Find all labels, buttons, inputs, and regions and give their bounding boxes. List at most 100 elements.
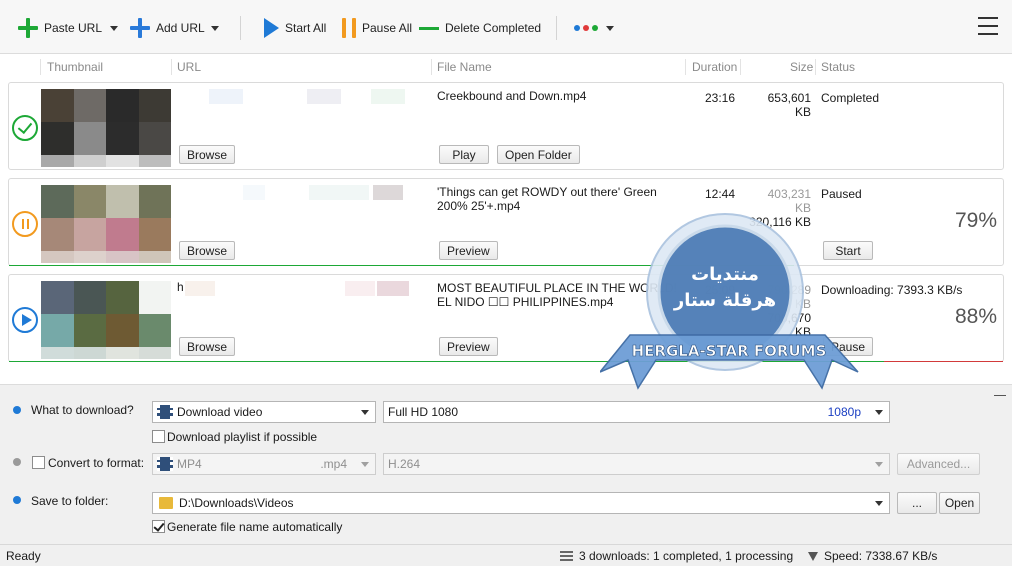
film-icon [157,405,173,419]
quality-select[interactable]: Full HD 1080 1080p [383,401,890,423]
chevron-down-icon [875,462,883,467]
download-row[interactable]: Browse 'Things can get ROWDY out there' … [8,178,1004,266]
paste-url-label: Paste URL [44,21,103,35]
file-size-current: 653,601 KB [767,91,811,119]
convert-checkbox[interactable] [32,456,45,469]
save-to-label: Save to folder: [31,494,109,508]
folder-path-select[interactable]: D:\Downloads\Videos [152,492,890,514]
browse-button[interactable]: Browse [179,241,236,260]
file-size-total: 790,289 KB [767,283,811,311]
color-dots-icon [574,25,598,31]
file-size: 653,601 KB [749,91,811,119]
toolbar-divider [240,16,241,40]
url-text-blurred [377,281,409,296]
download-playlist-label: Download playlist if possible [167,430,318,444]
pause-all-label: Pause All [362,21,413,35]
column-divider [685,59,686,75]
file-size-total: 403,231 KB [767,187,811,215]
chevron-down-icon [110,25,118,31]
speed-indicator: Speed: 7338.67 KB/s [808,549,937,563]
download-type-select[interactable]: Download video [152,401,376,423]
chevron-down-icon [875,501,883,506]
column-file-name[interactable]: File Name [437,60,492,74]
column-url[interactable]: URL [177,60,201,74]
advanced-button[interactable]: Advanced... [897,453,980,475]
file-size-current: 320,116 KB [749,215,811,229]
file-size: 790,289 KB 700,670 KB [749,283,811,339]
file-name: MOST BEAUTIFUL PLACE IN THE WORLD! EL NI… [437,281,677,309]
ready-text: Ready [6,549,41,563]
convert-format-value: MP4 [177,457,202,471]
delete-completed-button[interactable]: Delete Completed [419,15,541,41]
column-divider [815,59,816,75]
file-size: 403,231 KB 320,116 KB [749,187,811,229]
url-text-blurred [373,185,403,200]
status-text: Completed [821,91,880,105]
video-thumbnail [41,185,171,263]
status-dot [13,496,21,504]
play-circle-icon [12,307,38,333]
add-url-label: Add URL [156,21,205,35]
convert-codec-select[interactable]: H.264 [383,453,890,475]
column-duration[interactable]: Duration [692,60,737,74]
download-playlist-checkbox[interactable] [152,430,165,443]
add-url-button[interactable]: Add URL [130,15,205,41]
toolbar-divider [556,16,557,40]
progress-bar [9,361,884,362]
pause-circle-icon [12,211,38,237]
column-thumbnail[interactable]: Thumbnail [47,60,103,74]
options-panel: What to download? Download video Full HD… [0,384,1012,544]
downloads-summary: 3 downloads: 1 completed, 1 processing [560,549,793,563]
url-text-blurred [185,281,215,296]
generate-name-checkbox[interactable] [152,520,165,533]
convert-ext: .mp4 [320,457,347,471]
collapse-icon[interactable] [994,395,1006,396]
preview-button[interactable]: Preview [439,337,498,356]
start-button[interactable]: Start [823,241,873,260]
duration: 12:44 [704,187,735,201]
toolbar: Paste URL Add URL Start All Pause All De… [0,0,1012,54]
chevron-down-icon [211,25,219,31]
progress-percent: 79% [954,209,997,232]
file-size-current: 700,670 KB [767,311,811,339]
status-text: Paused [821,187,862,201]
browse-folder-button[interactable]: ... [897,492,937,514]
column-status[interactable]: Status [821,60,855,74]
open-folder-button[interactable]: Open [939,492,980,514]
download-type-value: Download video [177,405,263,419]
paste-url-dropdown[interactable] [104,15,118,41]
list-icon [560,551,573,561]
pause-button[interactable]: Pause [823,337,873,356]
progress-percent: 88% [954,305,997,328]
start-all-button[interactable]: Start All [264,15,326,41]
column-divider [740,59,741,75]
downloads-list: Thumbnail URL File Name Duration Size St… [0,54,1012,384]
preview-button[interactable]: Preview [439,241,498,260]
convert-format-select[interactable]: MP4 .mp4 [152,453,376,475]
browse-button[interactable]: Browse [179,145,236,164]
browse-button[interactable]: Browse [179,337,236,356]
chevron-down-icon [875,410,883,415]
url-text-blurred [309,185,369,200]
column-size[interactable]: Size [790,60,813,74]
paste-url-button[interactable]: Paste URL [18,15,102,41]
status-dot [13,406,21,414]
chevron-down-icon [361,462,369,467]
menu-icon[interactable] [978,17,998,35]
theme-color-button[interactable] [574,15,614,41]
download-row[interactable]: Browse Creekbound and Down.mp4 23:16 653… [8,82,1004,170]
chevron-down-icon [606,25,614,31]
url-text-blurred [307,89,341,104]
play-button[interactable]: Play [439,145,489,164]
download-row[interactable]: h Browse MOST BEAUTIFUL PLACE IN THE WOR… [8,274,1004,362]
file-name: 'Things can get ROWDY out there' Green 2… [437,185,657,213]
convert-codec-value: H.264 [388,457,421,471]
folder-path-value: D:\Downloads\Videos [179,496,294,510]
download-arrow-icon [808,551,818,561]
delete-completed-label: Delete Completed [445,21,542,35]
status-text: Downloading: 7393.3 KB/s [821,283,963,297]
speed-text: Speed: 7338.67 KB/s [824,549,938,563]
pause-all-button[interactable]: Pause All [342,15,412,41]
open-folder-button[interactable]: Open Folder [497,145,580,164]
add-url-dropdown[interactable] [205,15,219,41]
